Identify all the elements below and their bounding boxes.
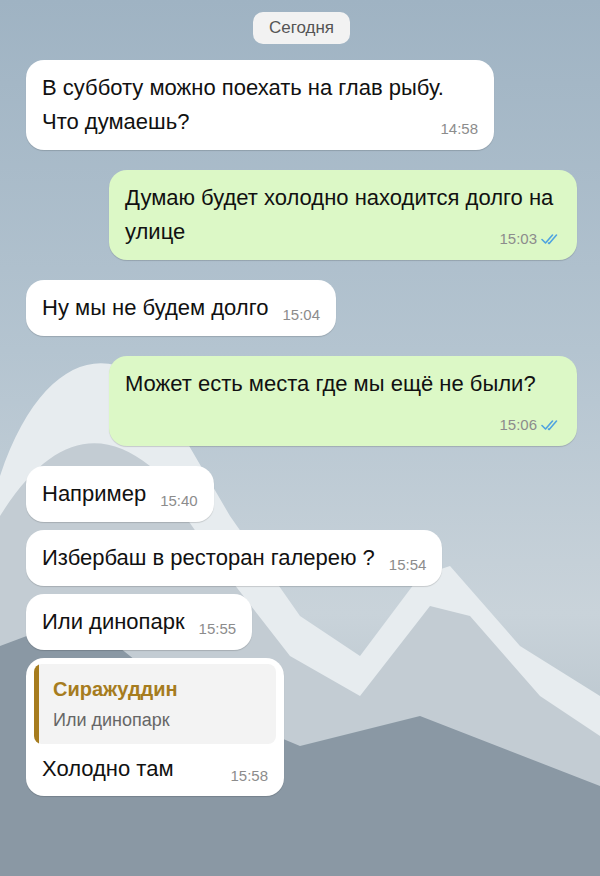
quote-author: Сиражуддин [53, 676, 178, 702]
message-time: 15:54 [389, 555, 427, 575]
quote-text: Или динопарк [53, 708, 178, 732]
outgoing-message[interactable]: Может есть места где мы ещё не были? 15:0… [109, 356, 577, 446]
message-text: Ну мы не будем долго [42, 295, 268, 320]
incoming-message[interactable]: Сиражуддин Или динопарк Холодно там 15:58 [26, 658, 284, 796]
message-text: Избербаш в ресторан галерею ? [42, 545, 375, 570]
message-time: 14:58 [440, 119, 478, 139]
message-text: Или динопарк [42, 609, 185, 634]
incoming-message[interactable]: Например 15:40 [26, 466, 214, 522]
message-text: Может есть места где мы ещё не были? [125, 371, 536, 396]
date-pill: Сегодня [253, 12, 350, 44]
message-time: 15:55 [199, 619, 237, 639]
message-time: 15:58 [230, 766, 268, 786]
message-time: 15:06 [499, 415, 561, 435]
quote-bar [34, 664, 39, 744]
message-time: 15:04 [282, 305, 320, 325]
message-text: Холодно там [42, 756, 174, 781]
outgoing-message[interactable]: Думаю будет холодно находится долго на у… [109, 170, 577, 260]
message-text: Например [42, 481, 146, 506]
incoming-message[interactable]: Или динопарк 15:55 [26, 594, 252, 650]
chat-screen: Сегодня В субботу можно поехать на глав р… [0, 0, 600, 876]
read-ticks-icon [541, 232, 561, 246]
incoming-message[interactable]: В субботу можно поехать на глав рыбу. Чт… [26, 60, 494, 150]
message-time: 15:40 [160, 491, 198, 511]
reply-quote[interactable]: Сиражуддин Или динопарк [34, 664, 276, 744]
message-text: В субботу можно поехать на глав рыбу. Чт… [42, 75, 444, 134]
incoming-message[interactable]: Избербаш в ресторан галерею ? 15:54 [26, 530, 442, 586]
message-time: 15:03 [499, 229, 561, 249]
read-ticks-icon [541, 418, 561, 432]
incoming-message[interactable]: Ну мы не будем долго 15:04 [26, 280, 336, 336]
message-text: Думаю будет холодно находится долго на у… [125, 185, 553, 244]
